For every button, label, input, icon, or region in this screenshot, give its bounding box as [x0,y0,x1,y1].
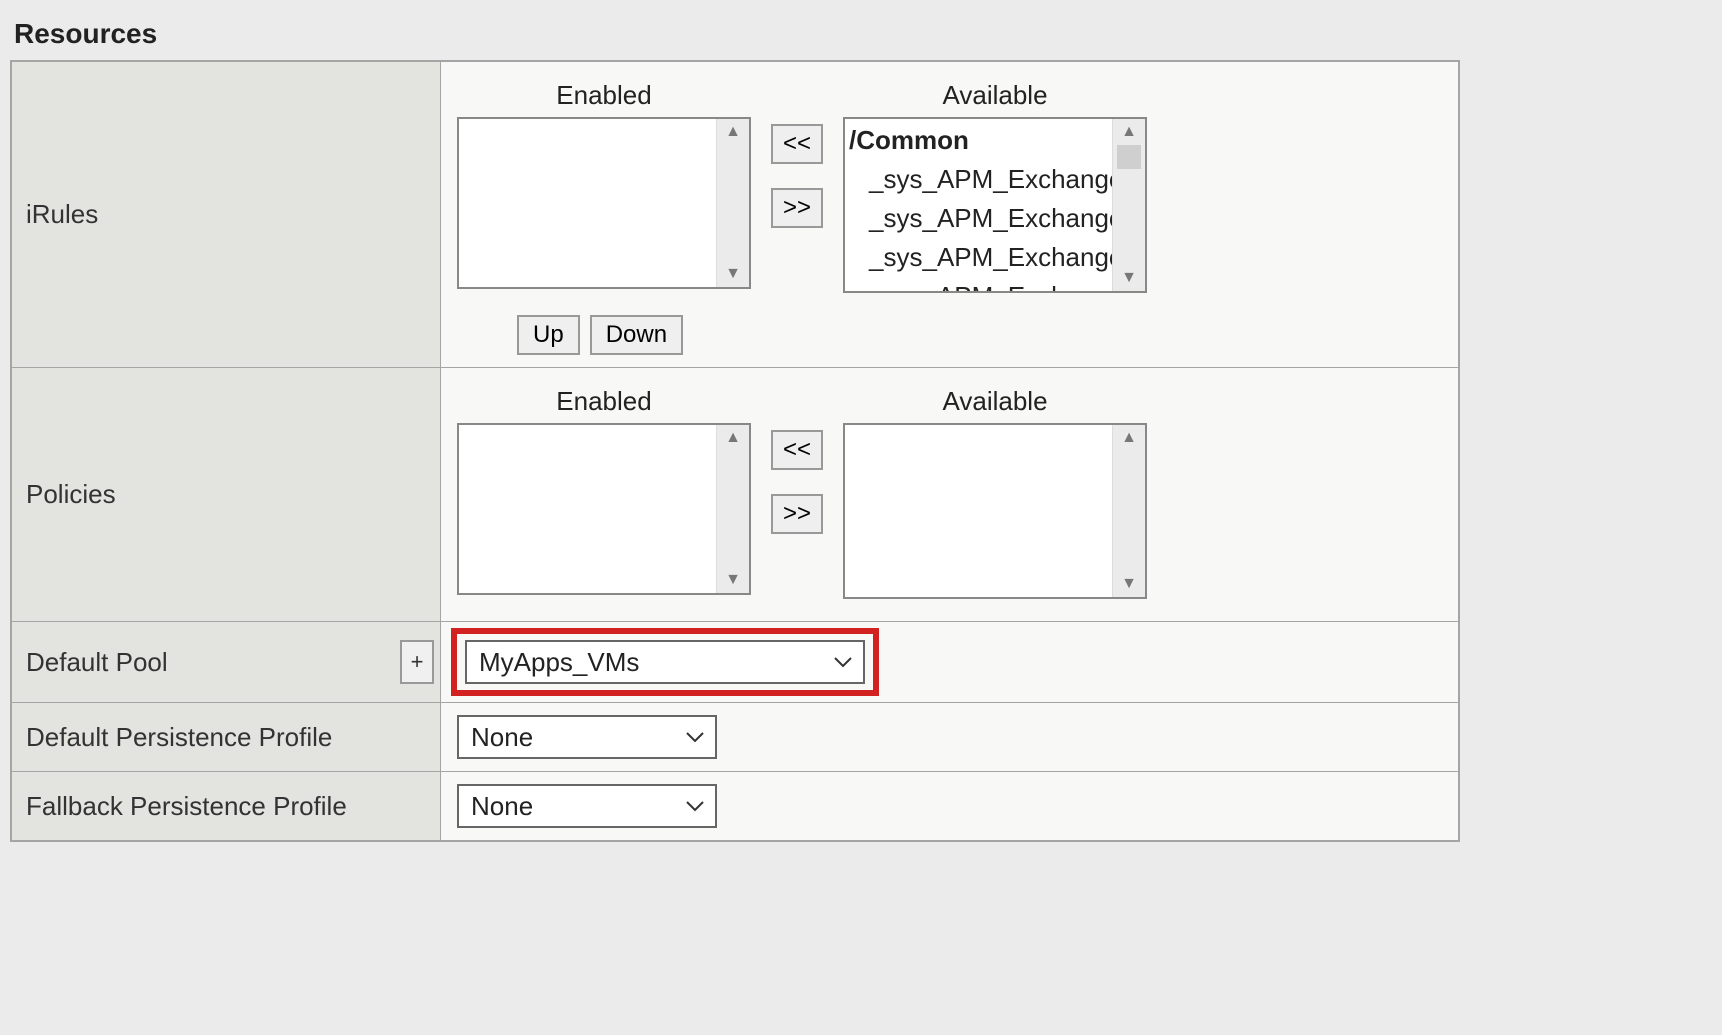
highlight-annotation: MyApps_VMs [451,628,879,696]
label-policies: Policies [11,368,441,622]
resources-table: iRules Enabled ▲ ▼ [10,60,1460,842]
label-default-persistence: Default Persistence Profile [11,703,441,772]
policies-enabled-listbox[interactable]: ▲ ▼ [457,423,751,595]
default-persistence-select[interactable]: None [457,715,717,759]
scrollbar[interactable]: ▲ ▼ [1112,119,1145,291]
move-left-button[interactable]: << [771,124,823,164]
scroll-down-icon[interactable]: ▼ [725,261,741,287]
default-pool-select[interactable]: MyApps_VMs [465,640,865,684]
list-item[interactable]: _sys_APM_ExchangeSupport_OA [849,199,1108,238]
scroll-up-icon[interactable]: ▲ [725,119,741,145]
policies-available-header: Available [943,386,1048,417]
down-button[interactable]: Down [590,315,683,355]
up-button[interactable]: Up [517,315,580,355]
row-fallback-persistence: Fallback Persistence Profile None [11,772,1459,842]
row-default-pool: Default Pool + MyApps_VMs [11,622,1459,703]
move-left-button[interactable]: << [771,430,823,470]
list-item[interactable]: _sys_APM_ExchangeSupport_ma [849,277,1108,291]
default-pool-label-text: Default Pool [26,647,168,677]
default-persistence-value: None [471,722,667,753]
scroll-up-icon[interactable]: ▲ [725,425,741,451]
section-title: Resources [10,10,1712,60]
policies-available-listbox[interactable]: ▲ ▼ [843,423,1147,599]
add-pool-button[interactable]: + [400,640,434,684]
irules-enabled-header: Enabled [556,80,651,111]
row-policies: Policies Enabled ▲ ▼ << [11,368,1459,622]
available-group-label: /Common [849,121,1108,160]
scrollbar[interactable]: ▲ ▼ [1112,425,1145,597]
move-right-button[interactable]: >> [771,494,823,534]
scroll-up-icon[interactable]: ▲ [1121,425,1137,451]
scrollbar[interactable]: ▲ ▼ [716,425,749,593]
irules-available-header: Available [943,80,1048,111]
scroll-thumb[interactable] [1117,145,1141,169]
fallback-persistence-value: None [471,791,667,822]
default-pool-value: MyApps_VMs [479,647,815,678]
row-default-persistence: Default Persistence Profile None [11,703,1459,772]
scrollbar[interactable]: ▲ ▼ [716,119,749,287]
scroll-down-icon[interactable]: ▼ [1121,265,1137,291]
chevron-down-icon [685,800,705,812]
row-irules: iRules Enabled ▲ ▼ [11,61,1459,368]
label-irules: iRules [11,61,441,368]
policies-enabled-header: Enabled [556,386,651,417]
chevron-down-icon [833,656,853,668]
irules-enabled-listbox[interactable]: ▲ ▼ [457,117,751,289]
irules-available-listbox[interactable]: /Common _sys_APM_ExchangeSupport_OA _sys… [843,117,1147,293]
fallback-persistence-select[interactable]: None [457,784,717,828]
scroll-down-icon[interactable]: ▼ [1121,571,1137,597]
move-right-button[interactable]: >> [771,188,823,228]
label-default-pool: Default Pool + [11,622,441,703]
scroll-down-icon[interactable]: ▼ [725,567,741,593]
list-item[interactable]: _sys_APM_ExchangeSupport_he [849,238,1108,277]
label-fallback-persistence: Fallback Persistence Profile [11,772,441,842]
chevron-down-icon [685,731,705,743]
list-item[interactable]: _sys_APM_ExchangeSupport_OA [849,160,1108,199]
scroll-up-icon[interactable]: ▲ [1121,119,1137,145]
